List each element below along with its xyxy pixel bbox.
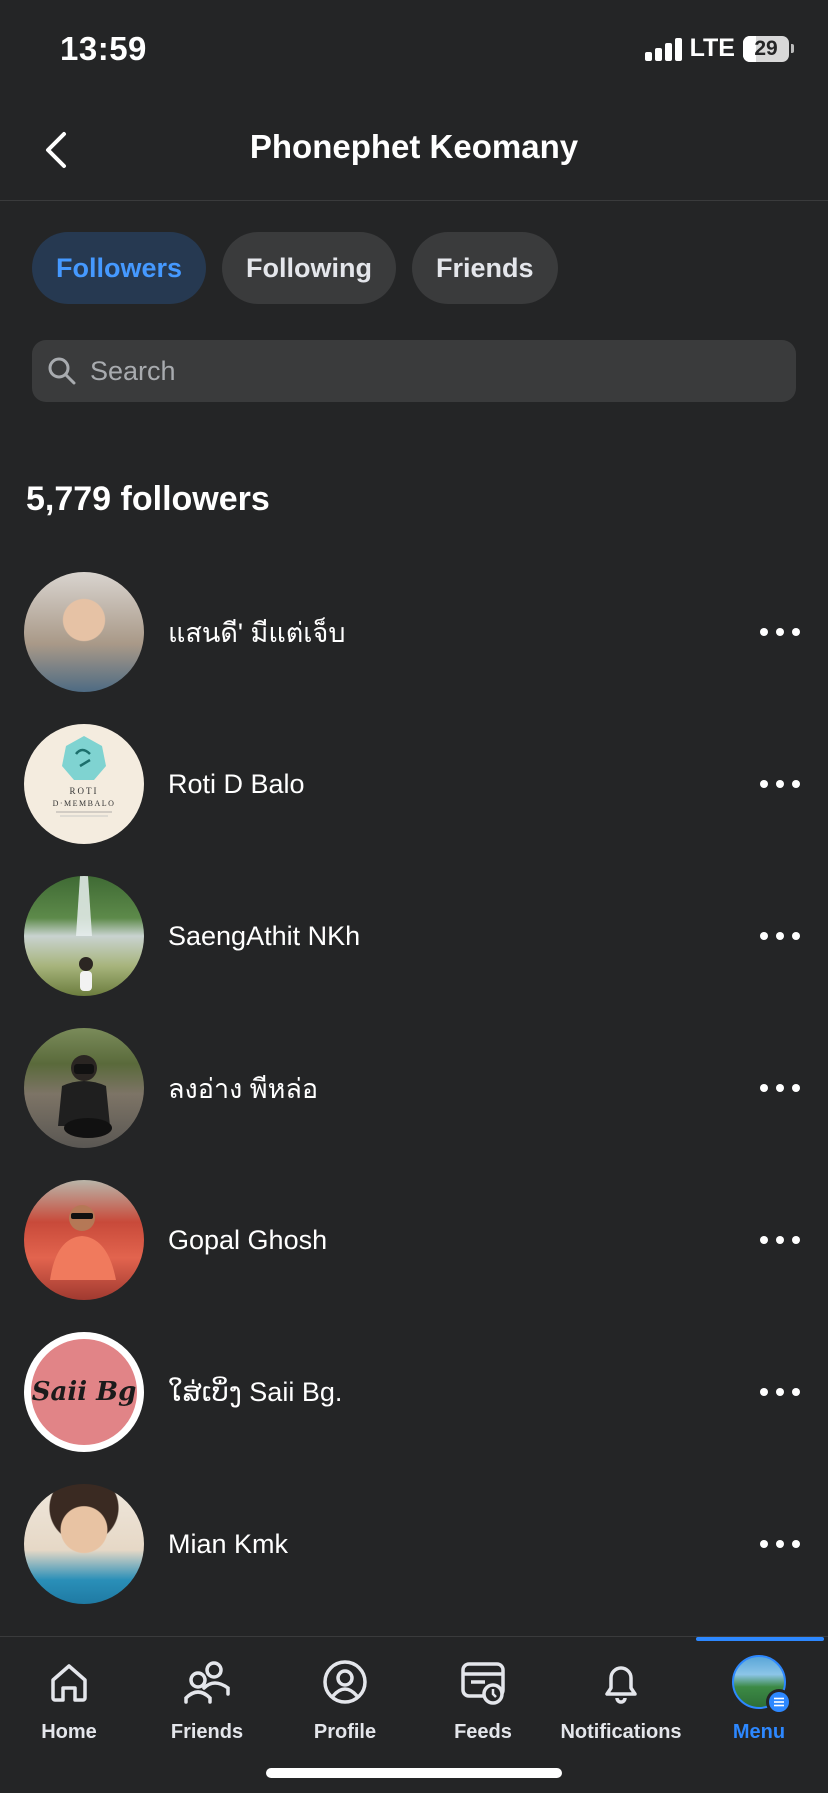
roti-logo-icon: ROTI D·MEMBALO <box>53 736 116 817</box>
nav-friends-label: Friends <box>170 1721 244 1743</box>
nav-notifications[interactable]: Notifications <box>552 1655 690 1744</box>
avatar-logo-subtext: D·MEMBALO <box>53 799 116 808</box>
tab-bar: Followers Following Friends <box>32 232 558 304</box>
list-item[interactable]: Saii Bg ໃສ່ເບິ່ງ Saii Bg. <box>0 1316 828 1468</box>
nav-profile-label: Profile <box>313 1721 377 1743</box>
follower-name[interactable]: Mian Kmk <box>168 1529 288 1560</box>
follower-name[interactable]: Gopal Ghosh <box>168 1225 327 1256</box>
tab-following[interactable]: Following <box>222 232 397 304</box>
nav-friends[interactable]: Friends <box>138 1655 276 1744</box>
list-item[interactable]: แสนดี' มีแต่เจ็บ <box>0 556 828 708</box>
avatar <box>732 1655 792 1715</box>
search-bar[interactable] <box>32 340 796 402</box>
avatar[interactable] <box>24 1180 144 1300</box>
home-indicator <box>266 1768 562 1778</box>
avatar[interactable] <box>24 1028 144 1148</box>
menu-icon <box>766 1689 792 1715</box>
more-options-icon[interactable] <box>760 1228 800 1252</box>
follower-name[interactable]: แสนดี' มีแต่เจ็บ <box>168 611 345 654</box>
list-item[interactable]: ลงอ่าง พีหล่อ <box>0 1012 828 1164</box>
tab-followers[interactable]: Followers <box>32 232 207 304</box>
search-icon <box>46 355 78 387</box>
more-options-icon[interactable] <box>760 1380 800 1404</box>
page-header: Phonephet Keomany <box>0 100 828 201</box>
followers-count: 5,779 followers <box>26 480 270 518</box>
page-title: Phonephet Keomany <box>249 128 579 165</box>
nav-menu-label: Menu <box>732 1721 786 1743</box>
more-options-icon[interactable] <box>760 1532 800 1556</box>
bell-icon <box>594 1655 648 1709</box>
battery-icon: 29 <box>743 35 789 62</box>
feeds-icon <box>456 1655 510 1709</box>
list-item-partial[interactable] <box>0 1620 828 1636</box>
nav-feeds[interactable]: Feeds <box>414 1655 552 1744</box>
more-options-icon[interactable] <box>760 924 800 948</box>
status-time: 13:59 <box>60 30 147 67</box>
follower-name[interactable]: Roti D Balo <box>168 769 305 800</box>
avatar[interactable]: Saii Bg <box>24 1332 144 1452</box>
follower-name[interactable]: ໃສ່ເບິ່ງ Saii Bg. <box>168 1377 342 1408</box>
status-indicators: LTE 29 <box>644 34 794 63</box>
friends-icon <box>180 1655 234 1709</box>
signal-icon <box>644 37 682 61</box>
status-bar: 13:59 LTE 29 <box>0 0 828 100</box>
rider-photo <box>58 1055 112 1138</box>
menu-avatar-icon <box>732 1655 792 1715</box>
avatar[interactable] <box>24 1484 144 1604</box>
avatar-logo-text: ROTI <box>70 786 99 796</box>
profile-icon <box>318 1655 372 1709</box>
waterfall-photo <box>76 876 93 991</box>
home-icon <box>42 1655 96 1709</box>
list-item[interactable]: SaengAthit NKh <box>0 860 828 1012</box>
avatar-logo-text: Saii Bg <box>31 1339 137 1445</box>
follower-name[interactable]: SaengAthit NKh <box>168 921 360 952</box>
nav-menu[interactable]: Menu <box>690 1655 828 1744</box>
search-input[interactable] <box>88 354 772 388</box>
avatar[interactable] <box>24 876 144 996</box>
follower-name[interactable]: ลงอ่าง พีหล่อ <box>168 1067 318 1110</box>
list-item[interactable]: Gopal Ghosh <box>0 1164 828 1316</box>
nav-notifications-label: Notifications <box>560 1721 682 1743</box>
battery-percent: 29 <box>754 36 778 60</box>
more-options-icon[interactable] <box>760 1076 800 1100</box>
nav-profile[interactable]: Profile <box>276 1655 414 1744</box>
nav-feeds-label: Feeds <box>454 1721 512 1743</box>
tab-friends[interactable]: Friends <box>412 232 558 304</box>
battery-cap <box>791 44 794 53</box>
person-photo <box>50 1205 116 1280</box>
followers-list: แสนดี' มีแต่เจ็บ ROTI D·MEMBALO Roti D B… <box>0 556 828 1636</box>
nav-home[interactable]: Home <box>0 1655 138 1744</box>
list-item[interactable]: Mian Kmk <box>0 1468 828 1620</box>
more-options-icon[interactable] <box>760 772 800 796</box>
active-tab-indicator <box>696 1637 824 1641</box>
network-type: LTE <box>689 34 735 62</box>
more-options-icon[interactable] <box>760 620 800 644</box>
nav-home-label: Home <box>41 1721 97 1743</box>
avatar[interactable]: ROTI D·MEMBALO <box>24 724 144 844</box>
list-item[interactable]: ROTI D·MEMBALO Roti D Balo <box>0 708 828 860</box>
avatar[interactable] <box>24 572 144 692</box>
